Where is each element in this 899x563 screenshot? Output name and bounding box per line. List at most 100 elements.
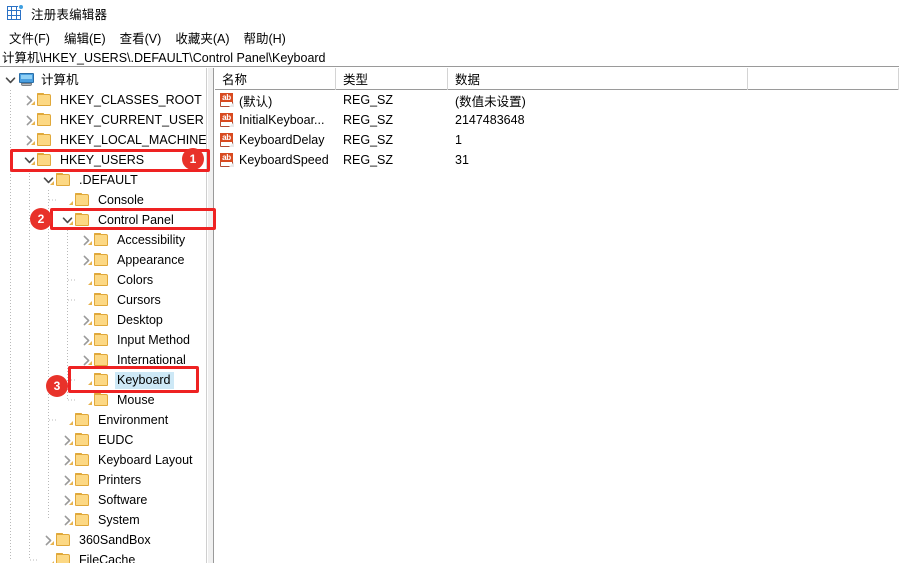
tree-item-label: Mouse bbox=[117, 392, 155, 407]
value-row[interactable]: ab KeyboardSpeed REG_SZ 31 bbox=[215, 150, 899, 170]
column-header-label: 数据 bbox=[455, 73, 481, 87]
column-header-data[interactable]: 数据 bbox=[448, 68, 748, 90]
tree-item-keyboard[interactable]: Keyboard bbox=[0, 370, 206, 390]
tree-item-hkey-current-user[interactable]: HKEY_CURRENT_USER bbox=[0, 110, 206, 130]
tree-item-accessibility[interactable]: Accessibility bbox=[0, 230, 206, 250]
tree-item-filecache[interactable]: FileCache bbox=[0, 550, 206, 563]
tree-item-hkey-users[interactable]: HKEY_USERS bbox=[0, 150, 206, 170]
tree-item-appearance[interactable]: Appearance bbox=[0, 250, 206, 270]
menu-item-view[interactable]: 查看(V) bbox=[113, 26, 169, 49]
registry-editor-window: 注册表编辑器 文件(F) 编辑(E) 查看(V) 收藏夹(A) 帮助(H) 计算… bbox=[0, 0, 899, 563]
tree-item-mouse[interactable]: Mouse bbox=[0, 390, 206, 410]
tree-item-label: Keyboard bbox=[115, 371, 174, 389]
tree-item-label: Cursors bbox=[117, 292, 161, 307]
chevron-right-icon[interactable] bbox=[78, 250, 94, 270]
chevron-right-icon[interactable] bbox=[21, 110, 37, 130]
string-value-icon: ab bbox=[220, 93, 234, 107]
tree-item-console[interactable]: Console bbox=[0, 190, 206, 210]
value-data: 2147483648 bbox=[455, 113, 525, 127]
registry-values-pane[interactable]: 名称 类型 数据 ab (默认) REG_SZ (数值未设置) ab InitialKeybo… bbox=[215, 68, 899, 563]
chevron-right-icon[interactable] bbox=[78, 310, 94, 330]
chevron-right-icon[interactable] bbox=[21, 130, 37, 150]
folder-icon bbox=[31, 133, 54, 147]
chevron-down-icon[interactable] bbox=[59, 210, 75, 230]
tree-item-control-panel[interactable]: Control Panel bbox=[0, 210, 206, 230]
chevron-right-icon[interactable] bbox=[59, 510, 75, 530]
registry-editor-icon bbox=[7, 4, 24, 21]
column-header-label: 类型 bbox=[343, 73, 369, 87]
tree-item-hkey-local-machine[interactable]: HKEY_LOCAL_MACHINE bbox=[0, 130, 206, 150]
value-type: REG_SZ bbox=[343, 113, 394, 127]
tree-item-desktop[interactable]: Desktop bbox=[0, 310, 206, 330]
pane-splitter[interactable] bbox=[207, 68, 214, 563]
menu-item-edit[interactable]: 编辑(E) bbox=[57, 26, 113, 49]
string-value-icon: ab bbox=[220, 153, 234, 167]
list-body[interactable]: ab (默认) REG_SZ (数值未设置) ab InitialKeyboar... RE… bbox=[215, 90, 899, 170]
menu-item-help[interactable]: 帮助(H) bbox=[236, 26, 292, 49]
column-header-name[interactable]: 名称 bbox=[215, 68, 336, 90]
tree-item-label: 360SandBox bbox=[79, 532, 151, 547]
registry-tree-pane[interactable]: 计算机 HKEY_CLASSES_ROOT HKEY_CURRENT_USER HKE… bbox=[0, 68, 207, 563]
folder-icon bbox=[88, 393, 111, 407]
tree-item-system[interactable]: System bbox=[0, 510, 206, 530]
string-value-icon: ab bbox=[220, 113, 234, 127]
value-name-cell: ab KeyboardSpeed bbox=[215, 153, 336, 167]
tree-item-international[interactable]: International bbox=[0, 350, 206, 370]
tree-item-label: HKEY_USERS bbox=[60, 152, 145, 167]
folder-icon bbox=[69, 193, 92, 207]
value-row[interactable]: ab InitialKeyboar... REG_SZ 2147483648 bbox=[215, 110, 899, 130]
tree-item-360sandbox[interactable]: 360SandBox bbox=[0, 530, 206, 550]
chevron-right-icon[interactable] bbox=[59, 470, 75, 490]
value-data: 31 bbox=[455, 153, 469, 167]
chevron-right-icon[interactable] bbox=[78, 350, 94, 370]
address-bar[interactable]: 计算机\HKEY_USERS\.DEFAULT\Control Panel\Ke… bbox=[0, 47, 899, 67]
tree-item-label: Software bbox=[98, 492, 148, 507]
value-data-cell: 1 bbox=[448, 133, 748, 147]
folder-icon bbox=[69, 413, 92, 427]
chevron-down-icon[interactable] bbox=[40, 170, 56, 190]
tree-item-input-method[interactable]: Input Method bbox=[0, 330, 206, 350]
chevron-down-icon[interactable] bbox=[21, 150, 37, 170]
value-type: REG_SZ bbox=[343, 133, 394, 147]
value-row[interactable]: ab (默认) REG_SZ (数值未设置) bbox=[215, 90, 899, 110]
chevron-right-icon[interactable] bbox=[59, 430, 75, 450]
tree-item-label: Control Panel bbox=[98, 212, 174, 227]
column-header-type[interactable]: 类型 bbox=[336, 68, 448, 90]
tree-item-colors[interactable]: Colors bbox=[0, 270, 206, 290]
registry-path: 计算机\HKEY_USERS\.DEFAULT\Control Panel\Ke… bbox=[2, 51, 326, 65]
chevron-right-icon[interactable] bbox=[78, 230, 94, 250]
menu-item-favorites[interactable]: 收藏夹(A) bbox=[168, 26, 236, 49]
chevron-right-icon[interactable] bbox=[59, 450, 75, 470]
tree-item-label: Desktop bbox=[117, 312, 163, 327]
chevron-down-icon[interactable] bbox=[2, 70, 18, 90]
tree-item-software[interactable]: Software bbox=[0, 490, 206, 510]
folder-icon bbox=[69, 433, 92, 447]
tree-item-cursors[interactable]: Cursors bbox=[0, 290, 206, 310]
chevron-right-icon[interactable] bbox=[21, 90, 37, 110]
chevron-right-icon[interactable] bbox=[40, 530, 56, 550]
value-row[interactable]: ab KeyboardDelay REG_SZ 1 bbox=[215, 130, 899, 150]
tree-item-keyboard-layout[interactable]: Keyboard Layout bbox=[0, 450, 206, 470]
tree-item-eudc[interactable]: EUDC bbox=[0, 430, 206, 450]
value-name: KeyboardDelay bbox=[239, 133, 325, 147]
tree-item-environment[interactable]: Environment bbox=[0, 410, 206, 430]
value-type: REG_SZ bbox=[343, 93, 394, 107]
value-type-cell: REG_SZ bbox=[336, 93, 448, 107]
title-bar: 注册表编辑器 bbox=[0, 0, 899, 26]
tree-item-[interactable]: 计算机 bbox=[0, 70, 206, 90]
tree-item-hkey-classes-root[interactable]: HKEY_CLASSES_ROOT bbox=[0, 90, 206, 110]
chevron-right-icon[interactable] bbox=[78, 330, 94, 350]
registry-tree[interactable]: 计算机 HKEY_CLASSES_ROOT HKEY_CURRENT_USER HKE… bbox=[0, 68, 206, 563]
value-name: InitialKeyboar... bbox=[239, 113, 325, 127]
window-title: 注册表编辑器 bbox=[31, 7, 108, 22]
tree-item-label: 计算机 bbox=[41, 72, 79, 87]
value-type-cell: REG_SZ bbox=[336, 153, 448, 167]
menu-item-file[interactable]: 文件(F) bbox=[2, 26, 57, 49]
tree-item-printers[interactable]: Printers bbox=[0, 470, 206, 490]
value-name-cell: ab InitialKeyboar... bbox=[215, 113, 336, 127]
chevron-right-icon[interactable] bbox=[59, 490, 75, 510]
value-type-cell: REG_SZ bbox=[336, 113, 448, 127]
tree-item-default[interactable]: .DEFAULT bbox=[0, 170, 206, 190]
